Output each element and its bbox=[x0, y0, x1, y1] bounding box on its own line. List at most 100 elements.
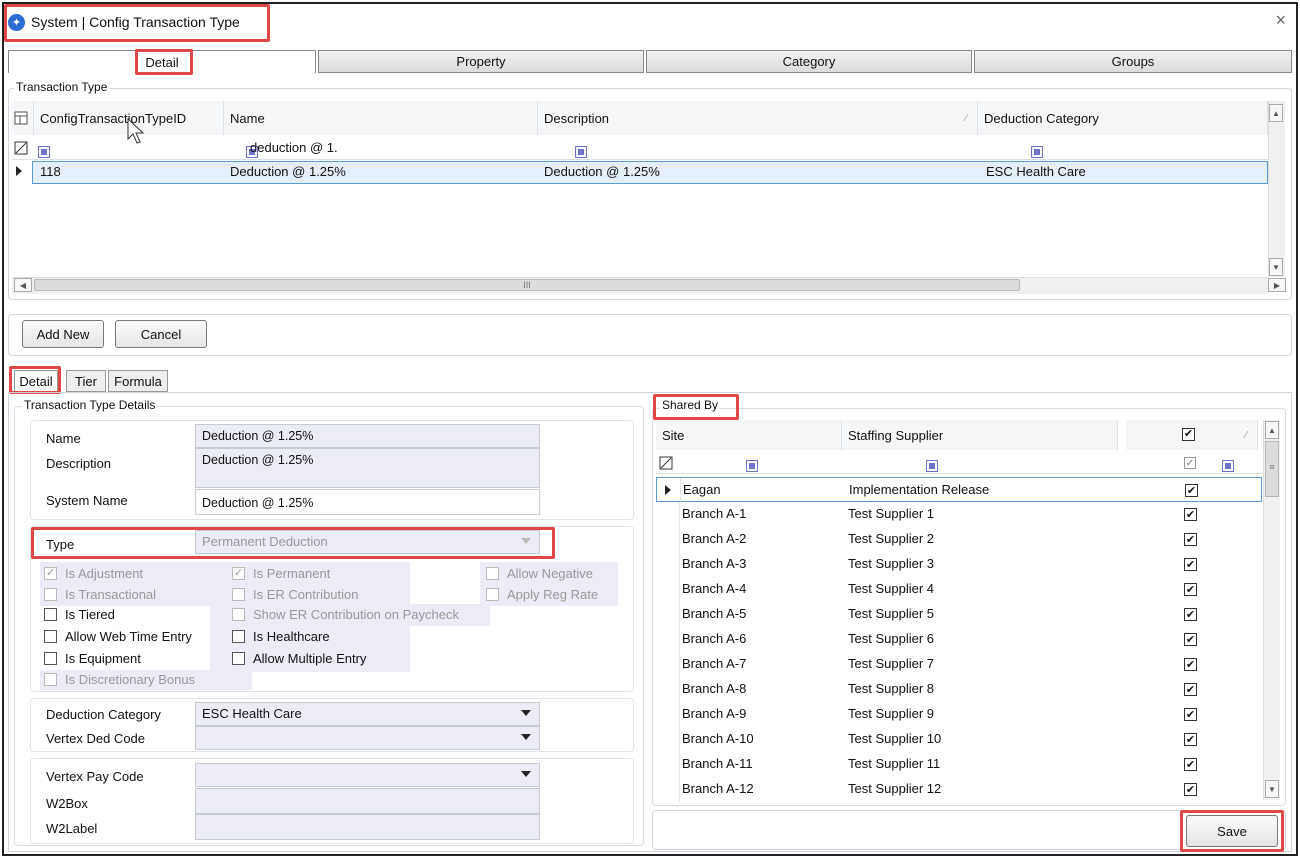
shared-by-row[interactable]: Branch A-10 Test Supplier 10 ✔ bbox=[656, 727, 1262, 752]
type-dropdown: Permanent Deduction bbox=[195, 530, 540, 554]
shared-filter-clear-icon[interactable] bbox=[659, 456, 673, 473]
site-cell: Branch A-5 bbox=[682, 606, 747, 621]
is-er-contribution-checkbox: Is ER Contribution bbox=[230, 584, 359, 604]
col-select-all[interactable]: ✔ ⁄ bbox=[1126, 420, 1258, 450]
subtab-formula[interactable]: Formula bbox=[108, 370, 168, 392]
vertex-ded-code-dropdown[interactable] bbox=[195, 726, 540, 750]
add-new-button[interactable]: Add New bbox=[22, 320, 104, 348]
vertex-ded-code-label: Vertex Ded Code bbox=[46, 731, 146, 746]
scroll-right-icon[interactable]: ▶ bbox=[1268, 278, 1286, 292]
shared-by-row[interactable]: Branch A-1 Test Supplier 1 ✔ bbox=[656, 502, 1262, 527]
shared-checkbox[interactable]: ✔ bbox=[1184, 608, 1197, 621]
scroll-down-icon[interactable]: ▼ bbox=[1269, 258, 1283, 276]
app-icon: ✦ bbox=[8, 13, 25, 31]
vertex-pay-code-label: Vertex Pay Code bbox=[46, 769, 144, 784]
shared-by-row[interactable]: Branch A-2 Test Supplier 2 ✔ bbox=[656, 527, 1262, 552]
tab-detail[interactable]: Detail bbox=[8, 50, 316, 73]
hscroll-thumb[interactable]: III bbox=[34, 279, 1020, 291]
subtab-detail[interactable]: Detail bbox=[14, 370, 58, 392]
filter-deduction-category-icon[interactable] bbox=[1030, 145, 1043, 158]
shared-checkbox[interactable]: ✔ bbox=[1184, 558, 1197, 571]
shared-scroll-thumb[interactable]: ≡ bbox=[1265, 441, 1279, 497]
apply-reg-rate-checkbox: Apply Reg Rate bbox=[484, 584, 598, 604]
shared-checkbox[interactable]: ✔ bbox=[1184, 508, 1197, 521]
filter-select-icon[interactable] bbox=[1221, 459, 1234, 472]
tab-property[interactable]: Property bbox=[318, 50, 644, 73]
filter-id-icon[interactable] bbox=[38, 145, 50, 158]
system-name-field[interactable]: Deduction @ 1.25% bbox=[195, 489, 540, 515]
site-cell: Branch A-2 bbox=[682, 531, 747, 546]
filter-supplier-icon[interactable] bbox=[926, 459, 939, 472]
filter-clear-icon[interactable] bbox=[14, 141, 28, 158]
shared-checkbox[interactable]: ✔ bbox=[1184, 733, 1197, 746]
shared-checkbox[interactable]: ✔ bbox=[1184, 783, 1197, 796]
shared-by-row[interactable]: Branch A-4 Test Supplier 4 ✔ bbox=[656, 577, 1262, 602]
shared-checkbox[interactable]: ✔ bbox=[1184, 583, 1197, 596]
w2box-field[interactable] bbox=[195, 788, 540, 814]
shared-checkbox[interactable]: ✔ bbox=[1184, 708, 1197, 721]
scroll-left-icon[interactable]: ◀ bbox=[14, 278, 32, 292]
supplier-cell: Test Supplier 10 bbox=[848, 731, 942, 746]
shared-checkbox[interactable]: ✔ bbox=[1184, 758, 1197, 771]
allow-web-time-entry-checkbox[interactable]: Allow Web Time Entry bbox=[42, 626, 192, 646]
shared-scroll-up-icon[interactable]: ▲ bbox=[1265, 421, 1279, 439]
shared-by-row[interactable]: Branch A-8 Test Supplier 8 ✔ bbox=[656, 677, 1262, 702]
shared-by-row[interactable]: Branch A-6 Test Supplier 6 ✔ bbox=[656, 627, 1262, 652]
subtab-tier[interactable]: Tier bbox=[66, 370, 106, 392]
is-tiered-checkbox[interactable]: Is Tiered bbox=[42, 604, 115, 624]
shared-checkbox[interactable]: ✔ bbox=[1185, 484, 1198, 497]
is-healthcare-checkbox[interactable]: Is Healthcare bbox=[230, 626, 330, 646]
shared-by-row[interactable]: Eagan Implementation Release ✔ bbox=[656, 477, 1262, 503]
cancel-button[interactable]: Cancel bbox=[115, 320, 207, 348]
filter-check-icon[interactable]: ✓ bbox=[1184, 457, 1196, 469]
shared-checkbox[interactable]: ✔ bbox=[1184, 658, 1197, 671]
tab-groups[interactable]: Groups bbox=[974, 50, 1292, 73]
shared-checkbox[interactable]: ✔ bbox=[1184, 683, 1197, 696]
close-icon[interactable]: × bbox=[1275, 10, 1286, 31]
shared-checkbox[interactable]: ✔ bbox=[1184, 633, 1197, 646]
tab-category[interactable]: Category bbox=[646, 50, 972, 73]
supplier-cell: Test Supplier 9 bbox=[848, 706, 934, 721]
name-label: Name bbox=[46, 431, 81, 446]
site-cell: Branch A-11 bbox=[682, 756, 753, 771]
row-handle bbox=[656, 627, 680, 652]
filter-row bbox=[12, 138, 1268, 160]
scroll-up-icon[interactable]: ▲ bbox=[1269, 104, 1283, 122]
is-discretionary-bonus-checkbox: Is Discretionary Bonus bbox=[42, 669, 195, 689]
row-handle bbox=[656, 777, 680, 802]
col-site[interactable]: Site bbox=[656, 420, 842, 450]
shared-checkbox[interactable]: ✔ bbox=[1184, 533, 1197, 546]
filter-description-icon[interactable] bbox=[575, 145, 588, 158]
grid-vertical-scrollbar[interactable] bbox=[1268, 101, 1285, 277]
vertex-pay-code-dropdown[interactable] bbox=[195, 763, 540, 787]
filter-site-icon[interactable] bbox=[745, 459, 758, 472]
col-description[interactable]: Description ⁄ bbox=[538, 101, 978, 135]
col-staffing-supplier[interactable]: Staffing Supplier bbox=[842, 420, 1118, 450]
shared-by-row[interactable]: Branch A-11 Test Supplier 11 ✔ bbox=[656, 752, 1262, 777]
supplier-cell: Test Supplier 7 bbox=[848, 656, 934, 671]
shared-by-label: Shared By bbox=[660, 398, 721, 412]
shared-by-row[interactable]: Branch A-3 Test Supplier 3 ✔ bbox=[656, 552, 1262, 577]
filter-name-value[interactable]: deduction @ 1. bbox=[250, 140, 338, 155]
shared-by-row[interactable]: Branch A-12 Test Supplier 12 ✔ bbox=[656, 777, 1262, 802]
row-handle bbox=[656, 752, 680, 777]
select-all-checkbox[interactable]: ✔ bbox=[1182, 428, 1195, 441]
save-button[interactable]: Save bbox=[1186, 815, 1278, 847]
shared-scroll-down-icon[interactable]: ▼ bbox=[1265, 780, 1279, 798]
deduction-category-dropdown[interactable]: ESC Health Care bbox=[195, 702, 540, 726]
col-deduction-category[interactable]: Deduction Category bbox=[978, 101, 1268, 135]
row-handle bbox=[656, 552, 680, 577]
window-title: System | Config Transaction Type bbox=[31, 14, 240, 30]
shared-by-row[interactable]: Branch A-9 Test Supplier 9 ✔ bbox=[656, 702, 1262, 727]
is-equipment-checkbox[interactable]: Is Equipment bbox=[42, 648, 141, 668]
site-cell: Branch A-7 bbox=[682, 656, 747, 671]
col-name[interactable]: Name bbox=[224, 101, 538, 135]
w2label-field[interactable] bbox=[195, 814, 540, 840]
row-handle bbox=[656, 577, 680, 602]
name-field[interactable]: Deduction @ 1.25% bbox=[195, 424, 540, 448]
shared-by-row[interactable]: Branch A-7 Test Supplier 7 ✔ bbox=[656, 652, 1262, 677]
column-chooser-icon[interactable] bbox=[12, 101, 34, 135]
shared-by-row[interactable]: Branch A-5 Test Supplier 5 ✔ bbox=[656, 602, 1262, 627]
description-field[interactable]: Deduction @ 1.25% bbox=[195, 448, 540, 488]
allow-multiple-entry-checkbox[interactable]: Allow Multiple Entry bbox=[230, 648, 366, 668]
